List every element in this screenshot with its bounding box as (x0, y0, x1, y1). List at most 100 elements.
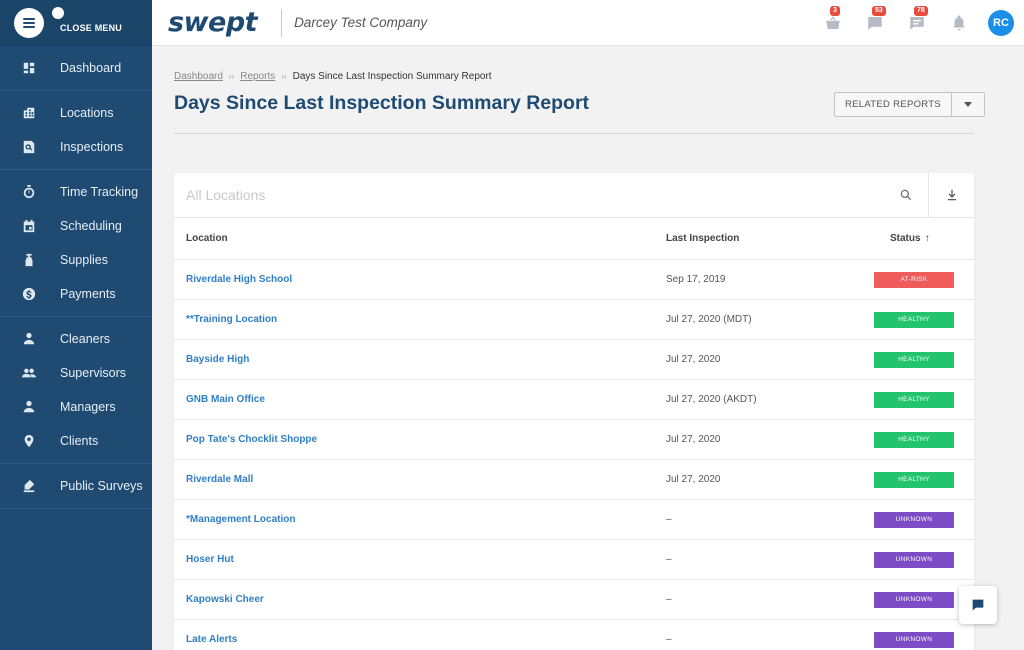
sidebar-item-dashboard[interactable]: Dashboard (0, 51, 152, 85)
sidebar: CLOSE MENU Dashboard Locations Inspections… (0, 0, 152, 650)
chat-widget-button[interactable] (959, 586, 997, 624)
sidebar-item-public-surveys[interactable]: Public Surveys (0, 469, 152, 503)
logo-divider (281, 8, 283, 37)
basket-icon (826, 15, 840, 29)
inbox-button[interactable]: 53 (864, 5, 886, 34)
status-cell: HEALTHY (854, 431, 974, 448)
location-link[interactable]: **Training Location (186, 314, 277, 325)
sidebar-item-scheduling[interactable]: Scheduling (0, 209, 152, 243)
last-inspection-cell: – (666, 634, 672, 645)
table-row: Late Alerts – UNKNOWN (174, 620, 974, 650)
sidebar-item-time-tracking[interactable]: Time Tracking (0, 175, 152, 209)
location-link[interactable]: GNB Main Office (186, 394, 265, 405)
swept-logo[interactable]: swept (168, 7, 258, 38)
column-status-label: Status (890, 233, 921, 244)
table-row: Riverdale High School Sep 17, 2019 AT-RISK (174, 260, 974, 300)
status-badge: UNKNOWN (874, 511, 954, 528)
sidebar-item-managers[interactable]: Managers (0, 390, 152, 424)
location-link[interactable]: Hoser Hut (186, 554, 234, 565)
dashboard-icon (22, 61, 36, 75)
column-last-inspection[interactable]: Last Inspection (654, 233, 854, 244)
status-badge: UNKNOWN (874, 551, 954, 568)
sidebar-item-clients[interactable]: Clients (0, 424, 152, 458)
sidebar-group: Dashboard (0, 46, 152, 91)
status-badge: UNKNOWN (874, 591, 954, 608)
caret-down-icon (964, 102, 973, 107)
topbar-actions: 3 53 78 RC (802, 5, 1014, 36)
last-inspection-cell: – (666, 554, 672, 565)
location-link[interactable]: Bayside High (186, 354, 249, 365)
breadcrumb-separator: ›› (228, 72, 235, 81)
table-row: Hoser Hut – UNKNOWN (174, 540, 974, 580)
sidebar-item-label: Supplies (60, 253, 108, 267)
table-header: Location Last Inspection Status ↑ (174, 218, 974, 260)
hamburger-icon (23, 18, 35, 28)
location-search-input[interactable] (174, 173, 884, 217)
status-cell: AT-RISK (854, 271, 974, 288)
sidebar-group: Locations Inspections (0, 91, 152, 170)
topbar: swept Darcey Test Company 3 53 78 RC (152, 0, 1024, 46)
download-button[interactable] (928, 173, 974, 217)
location-link[interactable]: Riverdale Mall (186, 474, 253, 485)
page-title: Days Since Last Inspection Summary Repor… (174, 92, 590, 114)
sidebar-item-inspections[interactable]: Inspections (0, 130, 152, 164)
people-icon (22, 366, 36, 380)
close-menu-label[interactable]: CLOSE MENU (60, 23, 122, 33)
location-link[interactable]: Late Alerts (186, 634, 237, 645)
inspection-icon (22, 140, 36, 154)
breadcrumb: Dashboard ›› Reports ›› Days Since Last … (174, 71, 492, 82)
location-link[interactable]: Kapowski Cheer (186, 594, 264, 605)
related-reports-dropdown[interactable]: RELATED REPORTS (834, 92, 986, 117)
location-link[interactable]: Pop Tate's Chocklit Shoppe (186, 434, 317, 445)
download-icon (947, 189, 956, 201)
notifications-button[interactable] (948, 12, 970, 34)
sidebar-item-label: Dashboard (60, 61, 122, 75)
close-menu-button[interactable] (14, 8, 44, 38)
column-status[interactable]: Status ↑ (854, 233, 974, 244)
related-reports-button[interactable]: RELATED REPORTS (835, 93, 953, 116)
messages-button[interactable]: 78 (906, 5, 928, 34)
location-link[interactable]: *Management Location (186, 514, 295, 525)
breadcrumb-reports[interactable]: Reports (240, 71, 275, 82)
location-link[interactable]: Riverdale High School (186, 274, 292, 285)
sidebar-item-cleaners[interactable]: Cleaners (0, 322, 152, 356)
avatar[interactable]: RC (988, 9, 1014, 36)
spray-bottle-icon (22, 253, 36, 267)
last-inspection-cell: Jul 27, 2020 (666, 354, 721, 365)
sidebar-group: Time Tracking Scheduling Supplies Payments (0, 170, 152, 317)
breadcrumb-dashboard[interactable]: Dashboard (174, 71, 223, 82)
inbox-icon (868, 16, 882, 30)
company-name[interactable]: Darcey Test Company (294, 15, 427, 30)
last-inspection-cell: Jul 27, 2020 (MDT) (666, 314, 752, 325)
calendar-icon (22, 219, 36, 233)
sidebar-item-label: Cleaners (60, 332, 111, 346)
sidebar-item-supplies[interactable]: Supplies (0, 243, 152, 277)
location-cell: Late Alerts (174, 634, 654, 645)
location-cell: GNB Main Office (174, 394, 654, 405)
related-reports-toggle[interactable] (952, 93, 984, 116)
location-cell: Riverdale High School (174, 274, 654, 285)
last-inspection-cell: Jul 27, 2020 (666, 474, 721, 485)
sidebar-item-supervisors[interactable]: Supervisors (0, 356, 152, 390)
inbox-badge: 53 (872, 5, 886, 16)
status-cell: HEALTHY (854, 311, 974, 328)
sidebar-item-payments[interactable]: Payments (0, 277, 152, 311)
status-badge: HEALTHY (874, 351, 954, 368)
column-location[interactable]: Location (174, 233, 654, 244)
location-cell: Riverdale Mall (174, 474, 654, 485)
cart-button[interactable]: 3 (822, 5, 844, 34)
location-cell: Kapowski Cheer (174, 594, 654, 605)
table-row: **Training Location Jul 27, 2020 (MDT) HEA… (174, 300, 974, 340)
search-button[interactable] (884, 173, 928, 217)
building-icon (22, 106, 36, 120)
last-inspection-cell: Jul 27, 2020 (666, 434, 721, 445)
dollar-icon (22, 287, 36, 301)
table-row: Pop Tate's Chocklit Shoppe Jul 27, 2020 HE… (174, 420, 974, 460)
search-bar (174, 173, 974, 218)
sort-ascending-icon: ↑ (924, 233, 930, 244)
status-cell: UNKNOWN (854, 591, 974, 608)
sidebar-item-locations[interactable]: Locations (0, 96, 152, 130)
pin-icon (22, 434, 36, 448)
sidebar-item-label: Scheduling (60, 219, 122, 233)
bell-icon (953, 15, 965, 30)
